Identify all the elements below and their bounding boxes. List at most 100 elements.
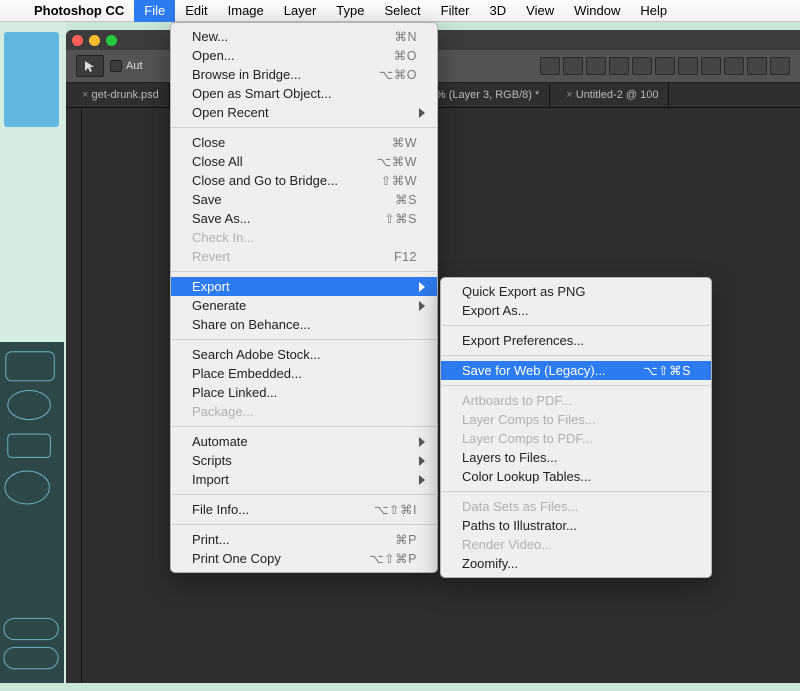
menu-item-label: Import (192, 472, 417, 487)
file-menu-item[interactable]: Export (171, 277, 437, 296)
menu-item-label: Quick Export as PNG (462, 284, 691, 299)
menubar-file[interactable]: File (134, 0, 175, 22)
file-menu-item[interactable]: Generate (171, 296, 437, 315)
sketch-shapes (0, 342, 64, 691)
align-button[interactable] (540, 57, 560, 75)
file-menu-item[interactable]: Print...⌘P (171, 530, 437, 549)
close-window-button[interactable] (72, 35, 83, 46)
align-button[interactable] (632, 57, 652, 75)
mac-menubar: Photoshop CC File Edit Image Layer Type … (0, 0, 800, 22)
export-menu-item[interactable]: Export Preferences... (441, 331, 711, 350)
file-menu-item[interactable]: Open as Smart Object... (171, 84, 437, 103)
menu-item-label: Open as Smart Object... (192, 86, 417, 101)
menu-item-label: Print... (192, 532, 395, 547)
close-tab-icon[interactable]: × (82, 89, 88, 101)
file-menu-item[interactable]: Print One Copy⌥⇧⌘P (171, 549, 437, 568)
file-menu-item[interactable]: Share on Behance... (171, 315, 437, 334)
menubar-filter[interactable]: Filter (431, 0, 480, 22)
file-menu: New...⌘NOpen...⌘OBrowse in Bridge...⌥⌘O O… (170, 22, 438, 573)
align-button[interactable] (655, 57, 675, 75)
export-submenu: Quick Export as PNG Export As... Export Pr… (440, 277, 712, 578)
menubar-select[interactable]: Select (374, 0, 430, 22)
file-menu-item[interactable]: Save As...⇧⌘S (171, 209, 437, 228)
export-menu-item[interactable]: Save for Web (Legacy)...⌥⇧⌘S (441, 361, 711, 380)
menu-item-label: Paths to Illustrator... (462, 518, 691, 533)
align-button[interactable] (586, 57, 606, 75)
document-tab-label: Untitled-2 @ 100 (576, 89, 659, 101)
file-menu-item[interactable]: Close and Go to Bridge...⇧⌘W (171, 171, 437, 190)
move-tool-icon[interactable] (76, 55, 104, 77)
menu-item-label: Artboards to PDF... (462, 393, 691, 408)
auto-select-checkbox[interactable] (110, 60, 122, 72)
submenu-arrow-icon (419, 437, 425, 447)
menu-item-label: Package... (192, 404, 417, 419)
menu-item-label: Export As... (462, 303, 691, 318)
menubar-image[interactable]: Image (218, 0, 274, 22)
file-menu-item[interactable]: Place Embedded... (171, 364, 437, 383)
menubar-window[interactable]: Window (564, 0, 630, 22)
menu-item-label: Share on Behance... (192, 317, 417, 332)
document-tab[interactable]: × Untitled-2 @ 100 (550, 83, 669, 107)
menu-item-shortcut: ⌥⇧⌘I (374, 502, 417, 517)
menu-separator (442, 325, 710, 326)
file-menu-item[interactable]: New...⌘N (171, 27, 437, 46)
file-menu-item: RevertF12 (171, 247, 437, 266)
export-menu-item[interactable]: Color Lookup Tables... (441, 467, 711, 486)
menubar-layer[interactable]: Layer (274, 0, 327, 22)
file-menu-item[interactable]: Save⌘S (171, 190, 437, 209)
minimize-window-button[interactable] (89, 35, 100, 46)
menubar-help[interactable]: Help (630, 0, 677, 22)
submenu-arrow-icon (419, 108, 425, 118)
menu-item-label: File Info... (192, 502, 374, 517)
align-button[interactable] (563, 57, 583, 75)
menu-item-shortcut: ⇧⌘W (381, 173, 417, 188)
file-menu-item[interactable]: File Info...⌥⇧⌘I (171, 500, 437, 519)
menubar-edit[interactable]: Edit (175, 0, 217, 22)
menu-item-label: Layer Comps to Files... (462, 412, 691, 427)
background-window (4, 32, 59, 127)
export-menu-item: Data Sets as Files... (441, 497, 711, 516)
file-menu-item[interactable]: Import (171, 470, 437, 489)
align-button[interactable] (724, 57, 744, 75)
file-menu-item[interactable]: Automate (171, 432, 437, 451)
menu-item-label: Zoomify... (462, 556, 691, 571)
file-menu-item[interactable]: Close All⌥⌘W (171, 152, 437, 171)
file-menu-item[interactable]: Scripts (171, 451, 437, 470)
export-menu-item[interactable]: Layers to Files... (441, 448, 711, 467)
menu-item-label: Data Sets as Files... (462, 499, 691, 514)
menu-item-label: Export (192, 279, 417, 294)
submenu-arrow-icon (419, 282, 425, 292)
alignment-buttons (540, 57, 790, 75)
file-menu-item[interactable]: Open...⌘O (171, 46, 437, 65)
export-menu-item[interactable]: Export As... (441, 301, 711, 320)
document-tab[interactable]: × get-drunk.psd (66, 83, 170, 107)
menu-separator (172, 426, 436, 427)
export-menu-item[interactable]: Quick Export as PNG (441, 282, 711, 301)
menu-item-shortcut: ⌥⇧⌘P (369, 551, 417, 566)
menubar-view[interactable]: View (516, 0, 564, 22)
file-menu-item[interactable]: Browse in Bridge...⌥⌘O (171, 65, 437, 84)
menu-item-shortcut: ⌘N (394, 29, 417, 44)
export-menu-item: Render Video... (441, 535, 711, 554)
align-button[interactable] (609, 57, 629, 75)
submenu-arrow-icon (419, 301, 425, 311)
export-menu-item[interactable]: Paths to Illustrator... (441, 516, 711, 535)
auto-select-option[interactable]: Aut (110, 60, 143, 72)
file-menu-item[interactable]: Open Recent (171, 103, 437, 122)
vertical-ruler[interactable] (66, 108, 82, 683)
zoom-window-button[interactable] (106, 35, 117, 46)
close-tab-icon[interactable]: × (566, 89, 572, 101)
menubar-3d[interactable]: 3D (480, 0, 517, 22)
file-menu-item[interactable]: Close⌘W (171, 133, 437, 152)
file-menu-item[interactable]: Place Linked... (171, 383, 437, 402)
menu-item-shortcut: ⌘S (395, 192, 417, 207)
menubar-type[interactable]: Type (326, 0, 374, 22)
app-name[interactable]: Photoshop CC (24, 3, 134, 18)
export-menu-item[interactable]: Zoomify... (441, 554, 711, 573)
file-menu-item[interactable]: Search Adobe Stock... (171, 345, 437, 364)
align-button[interactable] (678, 57, 698, 75)
align-button[interactable] (770, 57, 790, 75)
align-button[interactable] (747, 57, 767, 75)
align-button[interactable] (701, 57, 721, 75)
file-menu-item: Package... (171, 402, 437, 421)
